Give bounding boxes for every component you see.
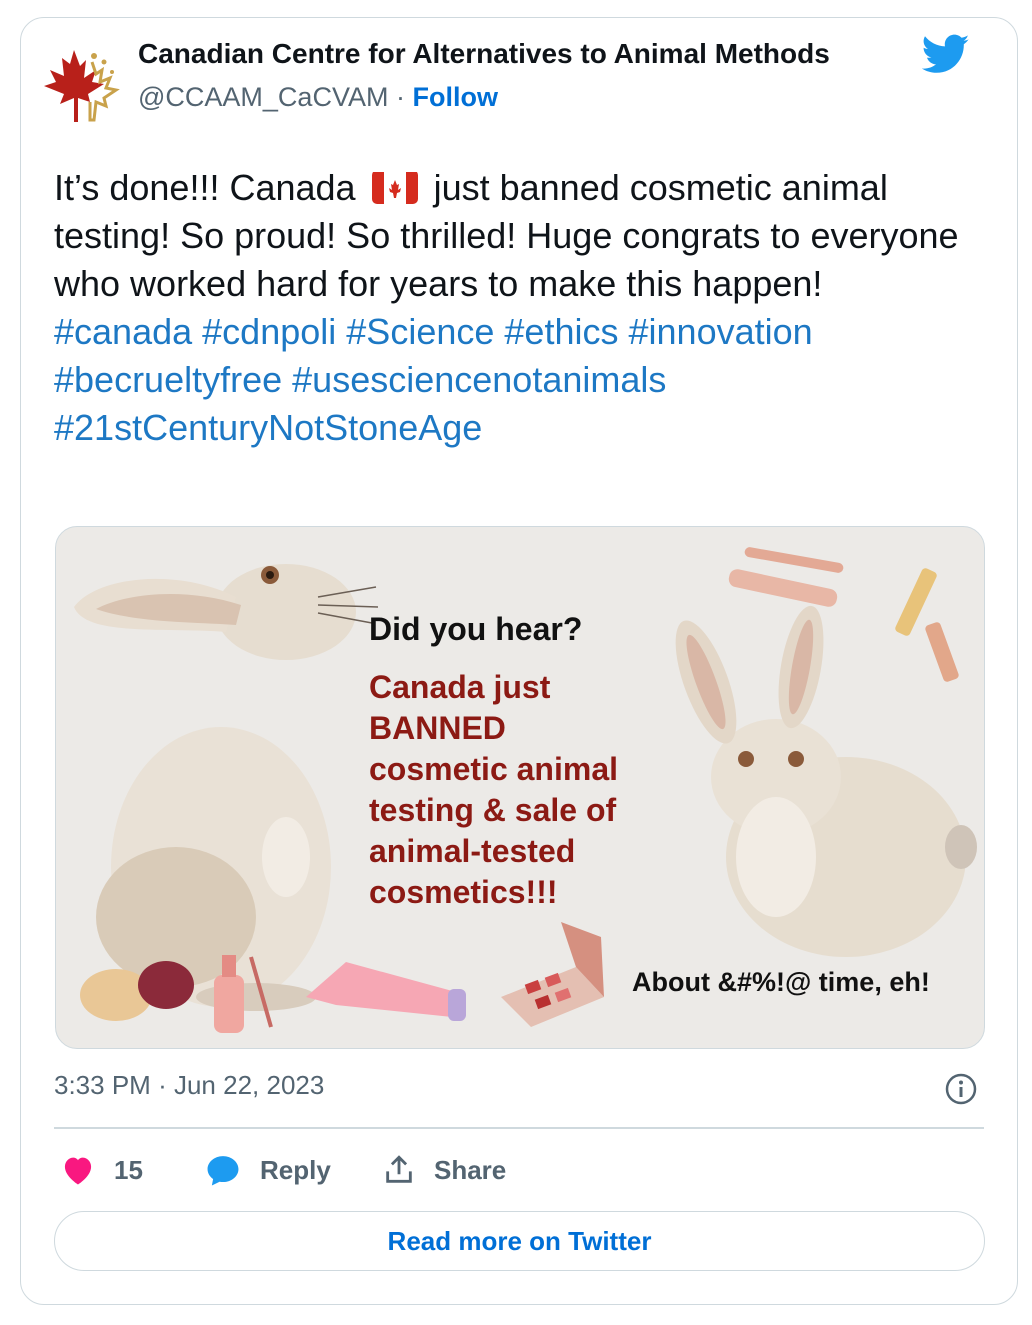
media-footer: About &#%!@ time, eh! (632, 967, 930, 997)
reply-bubble-icon (207, 1156, 239, 1186)
canada-flag (371, 170, 418, 204)
follow-button[interactable]: Follow (412, 82, 497, 112)
divider (54, 1127, 984, 1129)
hashtag[interactable]: #21stCenturyNotStoneAge (54, 407, 482, 448)
info-icon[interactable] (944, 1072, 978, 1106)
tweet-text-part1: It’s done!!! Canada (54, 167, 356, 208)
hashtag[interactable]: #becrueltyfree (54, 359, 282, 400)
tweet-time: 3:33 PM (54, 1070, 151, 1100)
eyeshadow-palette-illustration (501, 922, 604, 1027)
share-label: Share (434, 1154, 507, 1185)
tweet-text: It’s done!!! Canada just banned cosmetic… (54, 164, 984, 452)
right-rabbit-illustration (675, 605, 977, 957)
author-handle-row: @CCAAM_CaCVAM · Follow (138, 82, 498, 113)
tweet-media-image[interactable]: Did you hear? Canada just BANNED cosmeti… (55, 526, 985, 1049)
maple-leaf-logo[interactable] (34, 42, 122, 130)
timestamp-separator: · (158, 1070, 167, 1100)
media-headline: Did you hear? (369, 611, 583, 647)
tweet-timestamp[interactable]: 3:33 PM · Jun 22, 2023 (54, 1070, 324, 1101)
reply-label: Reply (260, 1154, 331, 1185)
handle-separator: · (395, 82, 405, 112)
hashtag[interactable]: #innovation (629, 311, 813, 352)
like-count: 15 (114, 1154, 143, 1185)
media-body-line: BANNED (369, 710, 506, 746)
read-more-button[interactable]: Read more on Twitter (54, 1211, 985, 1271)
tweet-header: Canadian Centre for Alternatives to Anim… (34, 30, 974, 122)
author-name[interactable]: Canadian Centre for Alternatives to Anim… (138, 38, 830, 70)
hashtag[interactable]: #canada (54, 311, 192, 352)
media-body-line: testing & sale of (369, 792, 617, 828)
author-handle[interactable]: @CCAAM_CaCVAM (138, 82, 388, 112)
media-body-line: Canada just (369, 669, 551, 705)
hashtag[interactable]: #Science (346, 311, 494, 352)
hashtag-list: #canada #cdnpoli #Science #ethics #innov… (54, 308, 984, 452)
media-body-line: cosmetic animal (369, 751, 618, 787)
hashtag[interactable]: #cdnpoli (202, 311, 336, 352)
like-button[interactable]: 15 (60, 1148, 143, 1192)
mascara-illustration (728, 547, 844, 607)
left-rabbit-illustration (74, 564, 379, 1011)
media-body: Canada just BANNED cosmetic animal testi… (369, 667, 669, 913)
share-button[interactable]: Share (382, 1148, 506, 1192)
heart-icon (64, 1157, 92, 1185)
media-body-line: animal-tested (369, 833, 576, 869)
hashtag[interactable]: #ethics (504, 311, 618, 352)
tube-illustration (306, 962, 466, 1021)
tweet-actions: 15 Reply Share (54, 1148, 984, 1192)
tweet-body: It’s done!!! Canada just banned cosmetic… (54, 164, 984, 308)
hashtag[interactable]: #usesciencenotanimals (292, 359, 666, 400)
lipstick-illustration (895, 568, 959, 682)
tweet-date: Jun 22, 2023 (173, 1070, 325, 1100)
reply-button[interactable]: Reply (204, 1148, 331, 1192)
media-body-line: cosmetics!!! (369, 874, 558, 910)
twitter-bird-icon[interactable] (922, 30, 970, 78)
share-icon (386, 1155, 412, 1183)
